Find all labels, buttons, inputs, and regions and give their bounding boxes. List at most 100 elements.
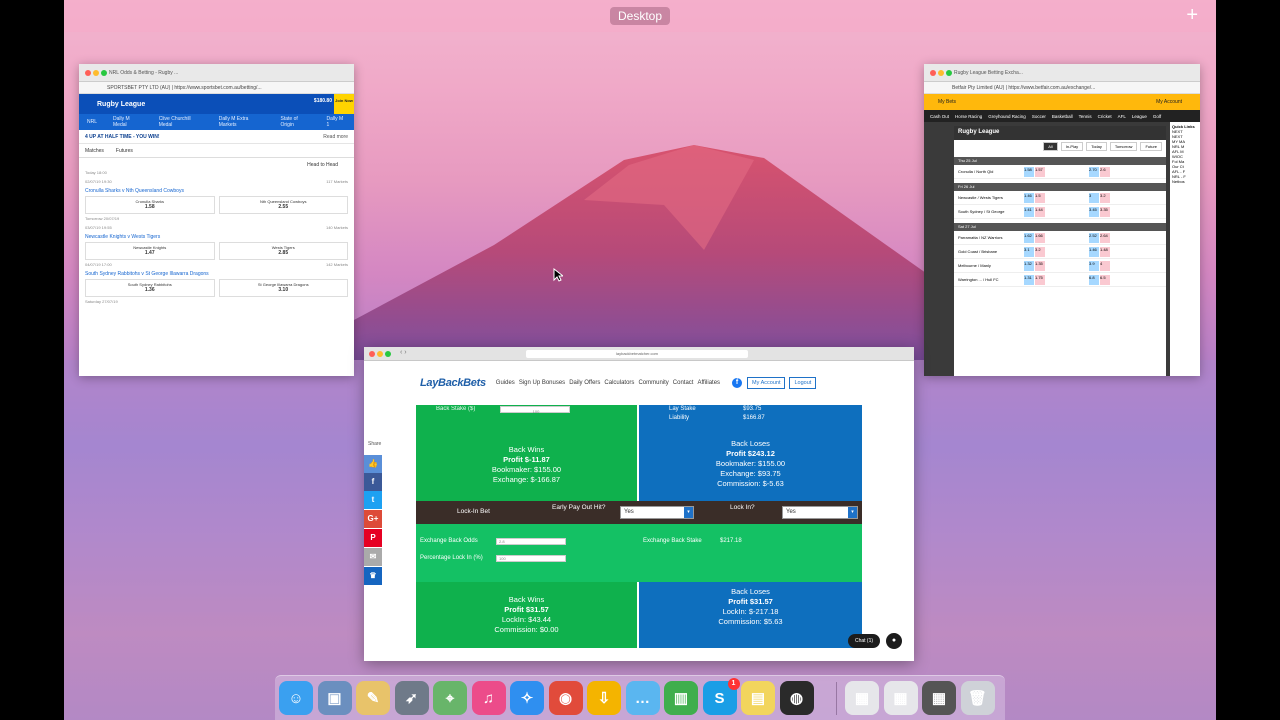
back-price[interactable]: 3.1 <box>1024 246 1034 257</box>
nav-item[interactable]: Golf <box>1153 114 1161 119</box>
maximize-icon[interactable] <box>101 70 107 76</box>
close-icon[interactable] <box>85 70 91 76</box>
lay-price[interactable]: 1.5 <box>1035 192 1045 203</box>
away-odds-button[interactable]: Wests Tigers 2.85 <box>218 242 348 260</box>
nav-item[interactable]: Greyhound Racing <box>988 114 1026 119</box>
back-price[interactable]: 2.70 <box>1089 166 1099 177</box>
finder-icon[interactable]: ☺ <box>279 681 313 715</box>
crown-icon[interactable]: ♛ <box>364 567 382 585</box>
nav-community[interactable]: Community <box>638 380 668 386</box>
messages-icon[interactable]: … <box>625 681 660 715</box>
market-row[interactable]: Parramatta / NZ Warriors 1.62 1.66 2.52 2.64 <box>954 231 1166 245</box>
lay-price[interactable]: 1.75 <box>1035 274 1045 285</box>
lay-price[interactable]: 6.5 <box>1100 274 1110 285</box>
percentage-lock-in-input[interactable]: 100 <box>496 555 566 562</box>
skype-icon[interactable]: S1 <box>702 678 740 715</box>
nav-item[interactable]: Dally M Medal <box>105 116 151 128</box>
exchange-back-odds-input[interactable]: 2.8 <box>496 538 566 545</box>
add-desktop-button[interactable]: + <box>1186 4 1198 27</box>
join-button[interactable]: Join Now <box>334 94 354 114</box>
filter-button[interactable]: Tomorrow <box>1109 142 1138 151</box>
early-payout-select[interactable]: Yes ▾ <box>620 506 694 519</box>
nav-daily-offers[interactable]: Daily Offers <box>569 380 600 386</box>
obs-icon[interactable]: ◍ <box>779 681 814 715</box>
lay-price[interactable]: 3.2 <box>1100 192 1110 203</box>
facebook-icon[interactable]: f <box>364 473 382 491</box>
downloads-stack-icon[interactable]: ▦ <box>922 681 956 715</box>
match-title[interactable]: Cronulla Sharks v Nth Queensland Cowboys <box>79 186 354 196</box>
address-bar[interactable]: Betfair Pty Limited (AU) | https://www.b… <box>924 82 1200 94</box>
my-bets-link[interactable]: My Bets <box>938 99 956 105</box>
chat-icon[interactable]: ● <box>886 633 902 649</box>
match-markets[interactable]: 142 Markets <box>326 262 348 267</box>
lay-price[interactable]: 1.57 <box>1035 166 1045 177</box>
back-price[interactable]: 3.9 <box>1089 260 1099 271</box>
filter-button[interactable]: Future <box>1140 142 1162 151</box>
nav-item[interactable]: Basketball <box>1052 114 1073 119</box>
quick-link[interactable]: Netbos <box>1172 179 1198 184</box>
market-row[interactable]: Cronulla / North Qld 1.58 1.57 2.70 2.6 <box>954 165 1166 179</box>
match-title[interactable]: South Sydney Rabbitohs v St George Illaw… <box>79 269 354 279</box>
sportsbet-window[interactable]: NRL Odds & Betting - Rugby ... SPORTSBET… <box>79 64 354 376</box>
away-odds-button[interactable]: Nth Queensland Cowboys 2.55 <box>218 196 348 214</box>
back-price[interactable]: 1.58 <box>1024 166 1034 177</box>
my-account-link[interactable]: My Account <box>1156 99 1182 105</box>
lock-in-select[interactable]: Yes ▾ <box>782 506 858 519</box>
market-row[interactable]: Warrington ... / Hull FC 1.31 1.75 6.8 6.5 <box>954 273 1166 287</box>
home-odds-button[interactable]: Cronulla Sharks 1.58 <box>85 196 215 214</box>
back-price[interactable]: 1.46 <box>1089 246 1099 257</box>
back-price[interactable]: 1.32 <box>1024 260 1034 271</box>
lay-price[interactable]: 3.2 <box>1035 246 1045 257</box>
email-icon[interactable]: ✉ <box>364 548 382 566</box>
documents-stack-icon[interactable]: ▦ <box>845 681 879 715</box>
market-row[interactable]: Melbourne / Manly 1.32 1.35 3.9 4 <box>954 259 1166 273</box>
lay-price[interactable]: 2.64 <box>1100 232 1110 243</box>
back-price[interactable]: 1.46 <box>1024 192 1034 203</box>
lay-price[interactable]: 4 <box>1100 260 1110 271</box>
nav-item[interactable]: Dally M Extra Markets <box>211 116 273 128</box>
address-bar[interactable]: laybackbetmatcher.com <box>526 350 748 358</box>
close-icon[interactable] <box>930 70 936 76</box>
nav-item[interactable]: Tennis <box>1079 114 1092 119</box>
back-forward-icon[interactable]: ‹ › <box>400 349 407 356</box>
nav-item[interactable]: Horse Racing <box>955 114 982 119</box>
match-title[interactable]: Newcastle Knights v Wests Tigers <box>79 232 354 242</box>
back-price[interactable]: 6.8 <box>1089 274 1099 285</box>
chrome-icon[interactable]: ◉ <box>548 681 583 715</box>
market-row[interactable]: Newcastle / Wests Tigers 1.46 1.5 3 3.2 <box>954 191 1166 205</box>
maximize-icon[interactable] <box>946 70 952 76</box>
filter-button[interactable]: In-Play <box>1060 142 1084 151</box>
nav-sign-up-bonuses[interactable]: Sign Up Bonuses <box>519 380 565 386</box>
lay-price[interactable]: 3.35 <box>1100 206 1110 217</box>
market-row[interactable]: South Sydney / St George 1.41 1.44 3.45 3.35 <box>954 205 1166 219</box>
back-price[interactable]: 2.52 <box>1089 232 1099 243</box>
tab-futures[interactable]: Futures <box>116 148 133 154</box>
match-markets[interactable]: 117 Markets <box>326 179 348 184</box>
nav-item[interactable]: Dally M 1 <box>318 116 354 128</box>
textedit-icon[interactable]: ✎ <box>356 681 390 715</box>
itunes-icon[interactable]: ♫ <box>471 681 506 715</box>
lay-price[interactable]: 1.48 <box>1100 246 1110 257</box>
downloads-icon[interactable]: ⇩ <box>587 681 621 715</box>
googleplus-icon[interactable]: G+ <box>364 510 382 528</box>
nav-item[interactable]: Cash Out <box>930 114 949 119</box>
back-price[interactable]: 3 <box>1089 192 1099 203</box>
logout-button[interactable]: Logout <box>789 377 817 389</box>
betfair-window[interactable]: Rugby League Betting Excha... Betfair Pt… <box>924 64 1200 376</box>
address-bar[interactable]: SPORTSBET PTY LTD (AU) | https://www.spo… <box>79 82 354 94</box>
back-price[interactable]: 1.62 <box>1024 232 1034 243</box>
chat-button[interactable]: Chat (1) <box>848 634 880 648</box>
back-price[interactable]: 3.45 <box>1089 206 1099 217</box>
site-logo[interactable]: LayBackBets <box>420 377 486 389</box>
lay-price[interactable]: 1.66 <box>1035 232 1045 243</box>
stickies-icon[interactable]: ▤ <box>741 681 775 715</box>
nav-calculators[interactable]: Calculators <box>604 380 634 386</box>
nav-contact[interactable]: Contact <box>673 380 694 386</box>
lay-price[interactable]: 2.6 <box>1100 166 1110 177</box>
lay-price[interactable]: 1.44 <box>1035 206 1045 217</box>
tab-matches[interactable]: Matches <box>85 148 104 154</box>
launchpad-icon[interactable]: ➶ <box>394 681 429 715</box>
nav-item[interactable]: NRL <box>79 119 105 125</box>
away-odds-button[interactable]: St George Illawarra Dragons 3.10 <box>218 279 348 297</box>
numbers-icon[interactable]: ▥ <box>664 681 698 715</box>
